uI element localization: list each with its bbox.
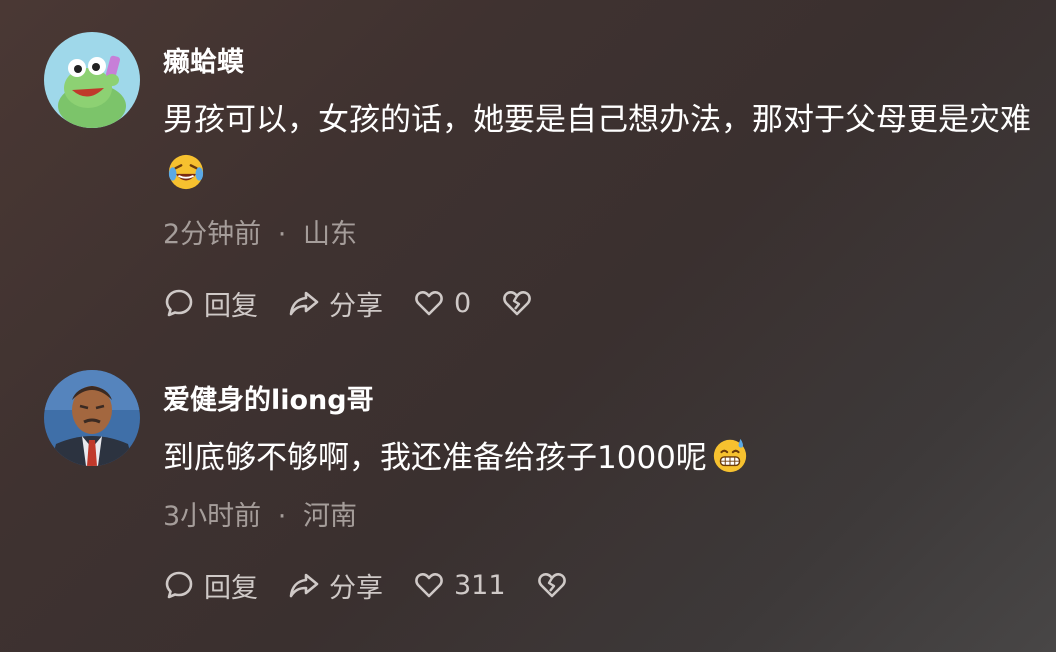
comment-text: 到底够不够啊，我还准备给孩子1000呢	[163, 431, 1048, 486]
comment-text-body: 男孩可以，女孩的话，她要是自己想办法，那对于父母更是灾难	[163, 102, 1031, 138]
share-arrow-icon	[289, 291, 319, 316]
comment-bubble-icon	[165, 571, 193, 599]
comment-text-body: 到底够不够啊，我还准备给孩子1000呢	[163, 440, 707, 476]
broken-heart-icon	[503, 290, 532, 316]
heart-icon	[415, 572, 443, 598]
grinning-sweat-emoji-icon	[711, 436, 749, 474]
dislike-button[interactable]	[536, 569, 568, 601]
comment-location: 山东	[302, 219, 357, 250]
meta-separator: ·	[277, 501, 287, 532]
dislike-button[interactable]	[501, 287, 533, 319]
comment-item: 爱健身的liong哥 到底够不够啊，我还准备给孩子1000呢 3小时前 · 河南…	[0, 340, 1056, 652]
reply-button[interactable]: 回复	[163, 566, 258, 605]
share-label: 分享	[329, 572, 383, 604]
like-count: 0	[454, 287, 472, 319]
comment-text: 男孩可以，女孩的话，她要是自己想办法，那对于父母更是灾难	[163, 93, 1048, 203]
comment-item: 癞蛤蟆 男孩可以，女孩的话，她要是自己想办法，那对于父母更是灾难 2分钟前 · …	[0, 0, 1056, 340]
share-button[interactable]: 分享	[288, 566, 383, 605]
comment-location: 河南	[302, 501, 357, 532]
comment-meta: 2分钟前 · 山东	[163, 212, 357, 251]
share-button[interactable]: 分享	[288, 284, 383, 323]
reply-label: 回复	[204, 572, 258, 604]
username[interactable]: 爱健身的liong哥	[163, 378, 374, 417]
comment-time: 2分钟前	[163, 219, 262, 250]
comment-actions: 回复 分享 0	[163, 283, 563, 323]
meta-separator: ·	[277, 219, 287, 250]
like-count: 311	[454, 569, 506, 601]
comment-actions: 回复 分享 311	[163, 565, 598, 605]
share-label: 分享	[329, 290, 383, 322]
comment-meta: 3小时前 · 河南	[163, 494, 357, 533]
comment-time: 3小时前	[163, 501, 262, 532]
share-arrow-icon	[289, 573, 319, 598]
laughing-crying-emoji-icon	[167, 153, 205, 191]
username[interactable]: 癞蛤蟆	[163, 40, 244, 79]
reply-label: 回复	[204, 290, 258, 322]
like-button[interactable]: 0	[413, 287, 471, 319]
broken-heart-icon	[537, 572, 566, 598]
comment-bubble-icon	[165, 289, 193, 317]
avatar[interactable]	[44, 32, 140, 128]
heart-icon	[415, 290, 443, 316]
like-button[interactable]: 311	[413, 569, 506, 601]
avatar[interactable]	[44, 370, 140, 466]
reply-button[interactable]: 回复	[163, 284, 258, 323]
